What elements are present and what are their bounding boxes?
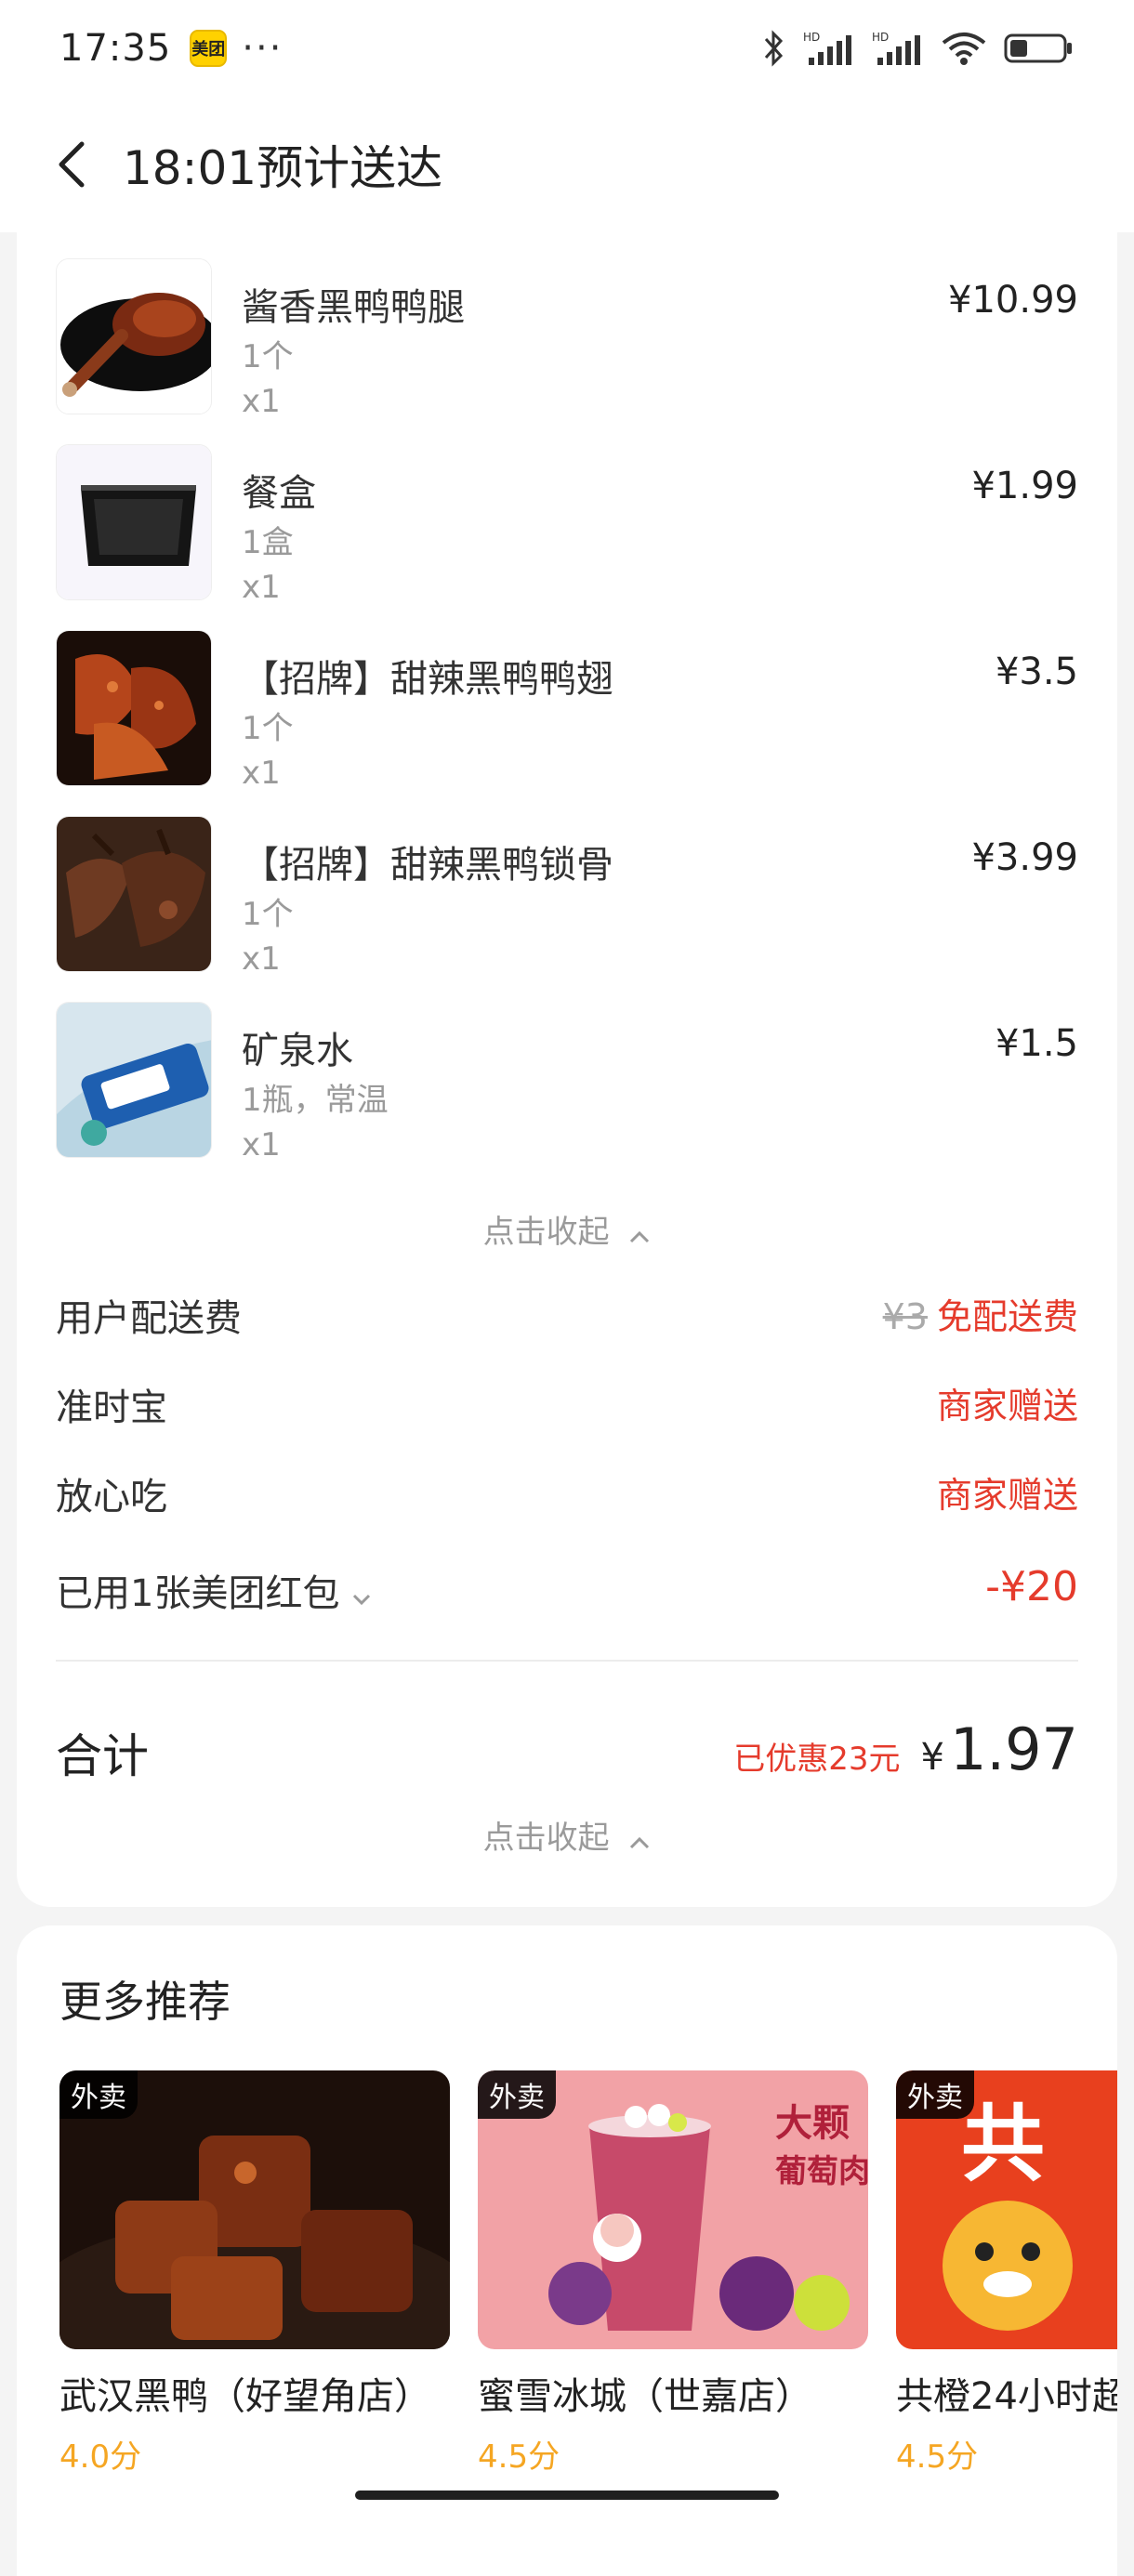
store-name: 蜜雪冰城（世嘉店）	[478, 2375, 812, 2418]
total-label: 合计	[56, 1729, 149, 1783]
safe-eat-value: 商家赠送	[936, 1475, 1078, 1516]
store-image: 大颗 葡萄肉 外卖	[478, 2070, 868, 2349]
chevron-up-icon	[628, 1216, 651, 1253]
collapse-details-button[interactable]: 点击收起	[17, 1812, 1117, 1859]
back-arrow-icon[interactable]	[56, 137, 93, 192]
item-quantity: x1	[242, 755, 281, 792]
item-name: 餐盒	[242, 472, 316, 515]
item-price: ¥1.99	[971, 465, 1078, 507]
item-spec: 1个	[242, 710, 294, 747]
signal-icon-1: HD	[803, 31, 851, 65]
item-price: ¥3.99	[971, 836, 1078, 879]
item-name: 【招牌】甜辣黑鸭锁骨	[242, 844, 613, 887]
home-indicator[interactable]	[355, 2491, 779, 2500]
item-quantity: x1	[242, 1126, 281, 1163]
item-spec: 1个	[242, 338, 294, 375]
store-rating: 4.0分	[59, 2438, 142, 2476]
order-item[interactable]: 矿泉水 1瓶，常温 x1 ¥1.5	[56, 1002, 1078, 1163]
store-rating: 4.5分	[896, 2438, 979, 2476]
item-price: ¥1.5	[995, 1022, 1078, 1065]
status-time: 17:35	[59, 27, 172, 70]
svg-text:共: 共	[961, 2096, 1045, 2193]
coupon-row[interactable]: 已用1张美团红包 -¥20	[56, 1563, 1078, 1619]
nav-bar: 18:01预计送达	[0, 97, 1134, 232]
item-name: 酱香黑鸭鸭腿	[242, 286, 465, 329]
ontime-row: 准时宝 商家赠送	[56, 1377, 1078, 1433]
item-name: 【招牌】甜辣黑鸭鸭翅	[242, 658, 613, 701]
battery-icon	[1004, 33, 1072, 63]
item-quantity: x1	[242, 940, 281, 978]
ontime-value: 商家赠送	[936, 1386, 1078, 1426]
store-name: 武汉黑鸭（好望角店）	[59, 2375, 431, 2418]
takeout-tag: 外卖	[896, 2070, 974, 2119]
chevron-down-icon	[351, 1572, 372, 1615]
recommend-item[interactable]: 大颗 葡萄肉 外卖 蜜雪冰城（世嘉店） 4.5分	[478, 2070, 868, 2477]
duck-neck-image	[56, 816, 212, 972]
delivery-fee-value: ¥3 免配送费	[883, 1288, 1078, 1339]
status-bar: 17:35 美团 ··· HD HD	[0, 0, 1134, 97]
item-quantity: x1	[242, 383, 281, 420]
water-bottle-image	[56, 1002, 212, 1158]
item-spec: 1盒	[242, 524, 294, 561]
safe-eat-label: 放心吃	[56, 1476, 167, 1518]
svg-text:葡萄肉: 葡萄肉	[775, 2153, 868, 2190]
ontime-label: 准时宝	[56, 1387, 167, 1429]
order-item[interactable]: 餐盒 1盒 x1 ¥1.99	[56, 444, 1078, 606]
delivery-fee-row: 用户配送费 ¥3 免配送费	[56, 1288, 1078, 1344]
delivery-original-price: ¥3	[882, 1296, 928, 1337]
takeout-tag: 外卖	[59, 2070, 138, 2119]
svg-text:HD: HD	[872, 31, 889, 44]
coupon-label-text: 已用1张美团红包	[56, 1572, 340, 1615]
delivery-fee-label: 用户配送费	[56, 1297, 242, 1340]
coupon-label[interactable]: 已用1张美团红包	[56, 1563, 372, 1617]
store-image: 外卖	[59, 2070, 450, 2349]
saved-amount: 已优惠23元	[733, 1741, 901, 1778]
order-item[interactable]: 【招牌】甜辣黑鸭锁骨 1个 x1 ¥3.99	[56, 816, 1078, 978]
order-detail-card: 酱香黑鸭鸭腿 1个 x1 ¥10.99 餐盒 1盒 x1 ¥1.99 【招牌】甜…	[17, 232, 1117, 1907]
svg-text:大颗: 大颗	[775, 2102, 850, 2145]
duck-leg-image	[56, 258, 212, 414]
collapse-label: 点击收起	[482, 1820, 610, 1857]
item-price: ¥10.99	[948, 279, 1078, 322]
meituan-app-icon: 美团	[190, 30, 228, 67]
order-item[interactable]: 【招牌】甜辣黑鸭鸭翅 1个 x1 ¥3.5	[56, 630, 1078, 792]
store-image: 共 外卖	[896, 2070, 1117, 2349]
bluetooth-icon	[764, 30, 784, 67]
status-icons: HD HD	[762, 30, 1075, 67]
divider	[56, 1660, 1078, 1662]
signal-icon-2: HD	[872, 31, 920, 65]
item-spec: 1个	[242, 896, 294, 933]
collapse-label: 点击收起	[482, 1214, 610, 1251]
recommend-item[interactable]: 外卖 武汉黑鸭（好望角店） 4.0分	[59, 2070, 450, 2477]
lunch-box-image	[56, 444, 212, 600]
duck-wing-image	[56, 630, 212, 786]
item-price: ¥3.5	[995, 651, 1078, 693]
collapse-items-button[interactable]: 点击收起	[17, 1206, 1117, 1253]
recommend-title: 更多推荐	[59, 1977, 231, 2027]
chevron-up-icon	[628, 1821, 651, 1859]
page-title: 18:01预计送达	[123, 141, 443, 195]
item-name: 矿泉水	[242, 1030, 353, 1072]
order-item[interactable]: 酱香黑鸭鸭腿 1个 x1 ¥10.99	[56, 258, 1078, 420]
wifi-icon	[942, 33, 986, 65]
item-quantity: x1	[242, 569, 281, 606]
takeout-tag: 外卖	[478, 2070, 556, 2119]
coupon-value: -¥20	[985, 1563, 1078, 1610]
safe-eat-row: 放心吃 商家赠送	[56, 1466, 1078, 1522]
store-name: 共橙24小时超	[896, 2375, 1117, 2418]
item-spec: 1瓶，常温	[242, 1082, 389, 1119]
delivery-fee-free: 免配送费	[936, 1296, 1078, 1337]
total-amount: 1.97	[949, 1715, 1078, 1783]
svg-text:HD: HD	[803, 31, 820, 44]
recommend-card: 更多推荐 外卖 武汉黑鸭（好望角店） 4.0分 大颗 葡萄肉 外卖 蜜雪冰城（世…	[17, 1925, 1117, 2576]
total-amount-group: 已优惠23元 ¥ 1.97	[733, 1715, 1078, 1783]
store-rating: 4.5分	[478, 2438, 560, 2476]
currency-symbol: ¥	[920, 1736, 944, 1779]
recommend-item[interactable]: 共 外卖 共橙24小时超 4.5分	[896, 2070, 1117, 2477]
more-notifications-icon: ···	[242, 27, 284, 70]
